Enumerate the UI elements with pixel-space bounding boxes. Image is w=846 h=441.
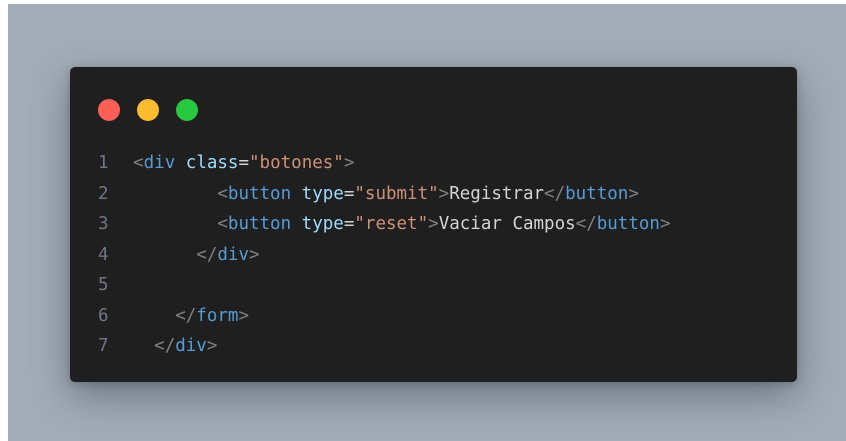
- code-token-punc: >: [438, 183, 450, 204]
- code-block: 1 <div class="botones"> 2 <button type="s…: [70, 148, 797, 362]
- code-line: 2 <button type="submit">Registrar</butto…: [70, 179, 797, 210]
- close-dot-icon[interactable]: [98, 99, 120, 121]
- code-token-tag: button: [565, 183, 629, 204]
- code-line: 6 </form>: [70, 301, 797, 332]
- code-line: 1 <div class="botones">: [70, 148, 797, 179]
- code-token-punc: >: [206, 336, 218, 356]
- code-token-punc: <: [133, 153, 144, 173]
- code-token-tag: div: [217, 244, 249, 265]
- line-source: <button type="reset">Vaciar Campos</butt…: [112, 209, 671, 240]
- code-token-tag: button: [227, 183, 292, 204]
- zoom-dot-icon[interactable]: [176, 99, 198, 121]
- code-token-text: Registrar: [449, 183, 545, 204]
- code-token-punc: </: [154, 336, 176, 356]
- code-token-tag: button: [596, 214, 660, 234]
- code-token-punc: >: [343, 153, 355, 173]
- line-source: <button type="submit">Registrar</button>: [112, 179, 639, 210]
- code-token-eq: =: [238, 153, 250, 173]
- code-token-text: Vaciar Campos: [438, 214, 576, 234]
- code-token-tag: div: [175, 336, 207, 356]
- code-token-attr: type: [301, 183, 344, 204]
- code-token-punc: </: [175, 305, 197, 326]
- line-source: </form>: [112, 301, 249, 332]
- code-token-eq: =: [343, 183, 355, 204]
- code-token-punc: <: [217, 183, 228, 204]
- code-token-tag: form: [196, 305, 239, 326]
- line-source: </div>: [112, 331, 217, 362]
- code-token-punc: >: [248, 244, 260, 265]
- code-line: 4 </div>: [70, 240, 797, 271]
- code-token-eq: =: [343, 214, 355, 234]
- line-number: 5: [98, 275, 109, 295]
- code-line: 7 </div>: [70, 331, 797, 362]
- minimize-dot-icon[interactable]: [137, 99, 159, 121]
- code-token-punc: >: [659, 214, 671, 234]
- code-token-punc: </: [196, 244, 218, 265]
- code-token-punc: <: [217, 214, 228, 234]
- code-token-attr: class: [185, 153, 239, 173]
- code-token-punc: >: [238, 305, 249, 326]
- code-token-punc: >: [428, 214, 439, 234]
- code-window: 1 <div class="botones"> 2 <button type="s…: [70, 67, 797, 382]
- code-token-str: "botones": [249, 153, 344, 173]
- line-source: </div>: [112, 240, 260, 271]
- code-token-punc: </: [575, 214, 597, 234]
- code-token-str: "submit": [354, 183, 439, 204]
- code-line: 5: [70, 270, 797, 301]
- code-token-tag: div: [143, 153, 176, 173]
- code-token-punc: </: [544, 183, 566, 204]
- code-token-punc: >: [628, 183, 639, 204]
- code-token-attr: type: [301, 214, 344, 234]
- code-token-tag: button: [227, 214, 292, 234]
- code-token-str: "reset": [354, 214, 429, 234]
- code-line: 3 <button type="reset">Vaciar Campos</bu…: [70, 209, 797, 240]
- line-source: <div class="botones">: [112, 148, 354, 179]
